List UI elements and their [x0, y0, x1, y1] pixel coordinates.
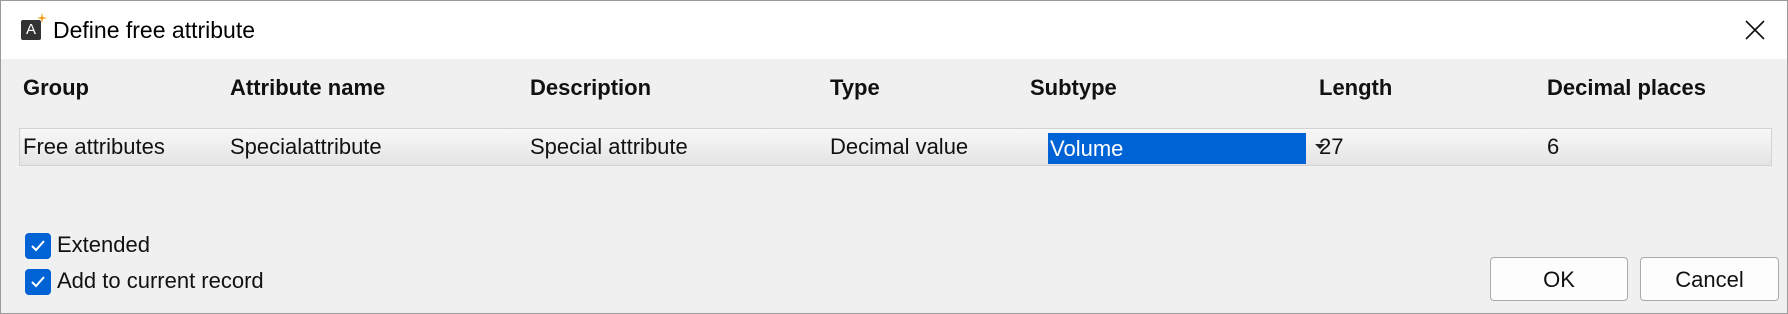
add-to-current-record-label[interactable]: Add to current record — [57, 267, 264, 295]
add-to-current-record-checkbox[interactable] — [25, 269, 51, 295]
subtype-selected-value[interactable]: Volume — [1048, 133, 1306, 164]
cell-decimal-places[interactable]: 6 — [1547, 133, 1559, 161]
app-icon: A — [21, 13, 47, 40]
extended-checkbox[interactable] — [25, 233, 51, 259]
column-header-attribute-name[interactable]: Attribute name — [230, 74, 385, 102]
column-header-subtype[interactable]: Subtype — [1030, 74, 1117, 102]
attribute-grid: Group Attribute name Description Type Su… — [1, 59, 1787, 239]
checkmark-icon — [31, 276, 45, 288]
table-row[interactable]: Free attributes Specialattribute Special… — [19, 128, 1772, 166]
column-header-type[interactable]: Type — [830, 74, 880, 102]
cell-attribute-name[interactable]: Specialattribute — [230, 133, 382, 161]
column-header-group[interactable]: Group — [23, 74, 89, 102]
column-header-description[interactable]: Description — [530, 74, 651, 102]
column-header-length[interactable]: Length — [1319, 74, 1392, 102]
define-free-attribute-dialog: A Define free attribute Group Attribute … — [0, 0, 1788, 314]
close-button[interactable] — [1723, 1, 1787, 59]
cell-description[interactable]: Special attribute — [530, 133, 688, 161]
subtype-dropdown[interactable]: Volume — [1031, 130, 1333, 164]
cell-length[interactable]: 27 — [1319, 133, 1343, 161]
cancel-button[interactable]: Cancel — [1640, 257, 1779, 301]
cell-type[interactable]: Decimal value — [830, 133, 968, 161]
app-icon-letter: A — [25, 21, 36, 38]
extended-label[interactable]: Extended — [57, 231, 150, 259]
checkmark-icon — [31, 240, 45, 252]
ok-button[interactable]: OK — [1490, 257, 1628, 301]
window-title: Define free attribute — [53, 17, 256, 43]
sparkle-icon — [37, 13, 47, 23]
column-header-decimal-places[interactable]: Decimal places — [1547, 74, 1706, 102]
title-bar: A Define free attribute — [1, 1, 1787, 59]
close-icon — [1745, 20, 1765, 40]
cell-group[interactable]: Free attributes — [23, 133, 165, 161]
